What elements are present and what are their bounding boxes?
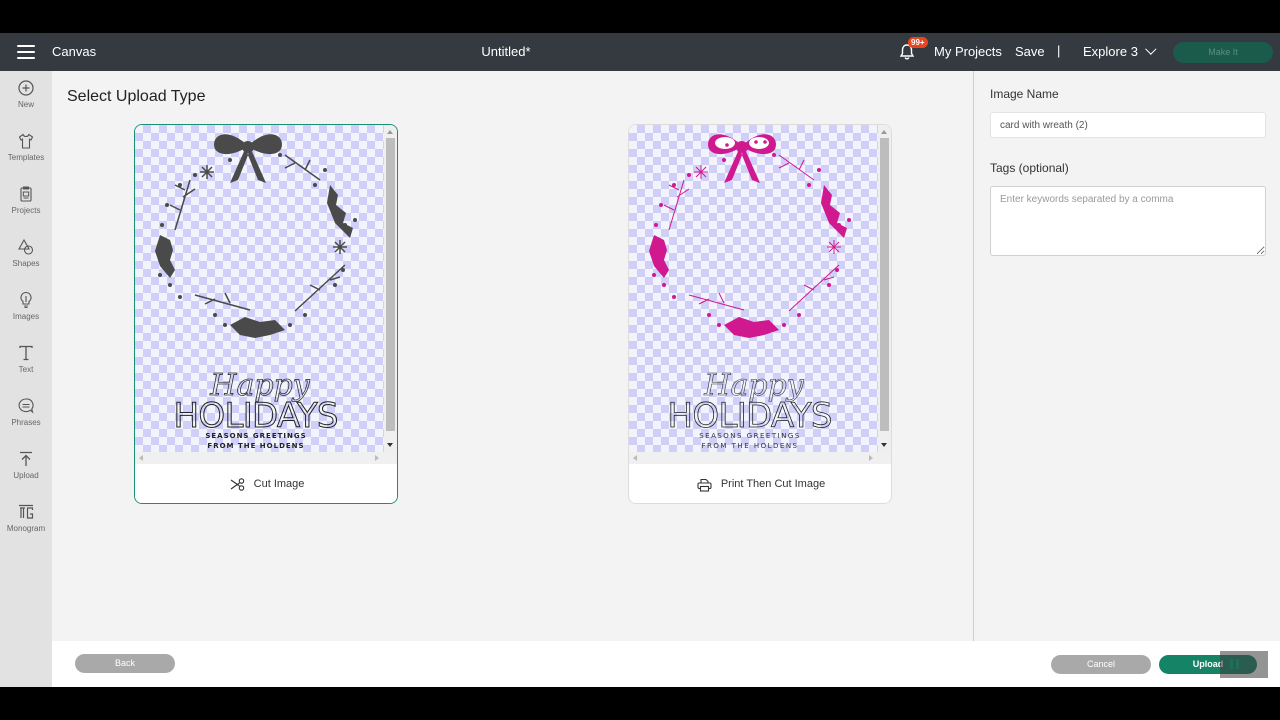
greeting-line-2: FROM THE HOLDENS — [207, 442, 304, 450]
save-button[interactable]: Save — [1015, 44, 1045, 59]
shapes-icon — [18, 238, 34, 255]
app-window: Canvas Untitled* 99+ My Projects Save | … — [0, 33, 1280, 687]
option-footer: Cut Image — [135, 464, 397, 503]
horizontal-scrollbar[interactable] — [629, 452, 891, 464]
sidebar-item-new[interactable]: New — [0, 79, 52, 129]
printer-icon — [697, 478, 712, 492]
sidebar-item-label: Text — [18, 365, 34, 374]
option-label: Print Then Cut Image — [720, 478, 826, 490]
tags-label: Tags (optional) — [990, 161, 1069, 175]
greeting-line-1: SEASONS GREETINGS — [205, 432, 306, 440]
image-preview: Happy HOLIDAYS SEASONS GREETINGS FROM TH… — [629, 125, 879, 452]
sidebar-item-projects[interactable]: Projects — [0, 185, 52, 235]
sidebar-item-label: Phrases — [11, 418, 41, 427]
print-then-cut-option[interactable]: Happy HOLIDAYS SEASONS GREETINGS FROM TH… — [628, 124, 892, 504]
cancel-button[interactable]: Cancel — [1051, 655, 1151, 674]
sidebar-item-label: Images — [12, 312, 40, 321]
vertical-scrollbar[interactable] — [878, 125, 891, 452]
greeting-line-1: SEASONS GREETINGS — [699, 432, 801, 440]
monogram-icon — [19, 504, 34, 519]
make-it-button[interactable]: Make It — [1173, 42, 1273, 63]
sidebar-item-monogram[interactable]: Monogram — [0, 503, 52, 553]
pause-icon-bar — [1236, 659, 1239, 669]
image-name-label: Image Name — [990, 87, 1059, 101]
tags-input[interactable] — [990, 186, 1266, 256]
image-preview: Happy HOLIDAYS SEASONS GREETINGS FROM TH… — [135, 125, 385, 452]
sidebar-item-upload[interactable]: Upload — [0, 450, 52, 500]
plus-circle-icon — [18, 80, 34, 96]
sidebar-item-label: Monogram — [6, 524, 46, 533]
text-icon — [19, 345, 33, 361]
sidebar-item-text[interactable]: Text — [0, 344, 52, 394]
pause-icon — [1230, 659, 1233, 669]
shirt-icon — [18, 133, 34, 149]
horizontal-scrollbar[interactable] — [135, 452, 397, 464]
top-bar: Canvas Untitled* 99+ My Projects Save | … — [0, 33, 1280, 71]
page-title: Select Upload Type — [67, 88, 206, 105]
greeting-line-2: FROM THE HOLDENS — [701, 442, 798, 450]
machine-selector[interactable]: Explore 3 — [1083, 43, 1157, 59]
sidebar-item-phrases[interactable]: Phrases — [0, 397, 52, 447]
document-title: Untitled* — [481, 44, 531, 59]
headline-text: HOLIDAYS — [174, 396, 339, 436]
wreath-artwork: Happy HOLIDAYS SEASONS GREETINGS FROM TH… — [649, 134, 851, 450]
sidebar-item-label: Shapes — [12, 259, 40, 268]
option-label: Cut Image — [253, 478, 305, 490]
divider: | — [1057, 43, 1061, 58]
sidebar-item-label: Upload — [13, 471, 39, 480]
sidebar-item-label: Projects — [11, 206, 41, 215]
upload-icon — [20, 451, 32, 466]
cut-image-option[interactable]: Happy HOLIDAYS SEASONS GREETINGS FROM TH… — [134, 124, 398, 504]
projects-icon — [20, 186, 32, 202]
sidebar-item-images[interactable]: Images — [0, 291, 52, 341]
sidebar-item-templates[interactable]: Templates — [0, 132, 52, 182]
speech-bubble-icon — [18, 398, 34, 414]
machine-label: Explore 3 — [1083, 44, 1138, 59]
image-details-panel: Image Name Tags (optional) — [973, 71, 1280, 641]
wreath-artwork: Happy HOLIDAYS SEASONS GREETINGS FROM TH… — [155, 134, 357, 450]
my-projects-link[interactable]: My Projects — [934, 44, 1002, 59]
sidebar-item-label: Templates — [7, 153, 45, 162]
image-name-input[interactable] — [990, 112, 1266, 138]
sidebar: New Templates Projects Shapes Images Tex… — [0, 71, 52, 687]
lightbulb-icon — [20, 291, 32, 309]
bottom-action-bar: Back Cancel Upload — [52, 641, 1280, 687]
notification-badge: 99+ — [908, 37, 928, 48]
scissors-icon — [230, 478, 244, 491]
sidebar-item-shapes[interactable]: Shapes — [0, 238, 52, 288]
back-button[interactable]: Back — [75, 654, 175, 673]
option-footer: Print Then Cut Image — [629, 464, 891, 503]
video-overlay-control[interactable] — [1220, 651, 1268, 678]
vertical-scrollbar[interactable] — [384, 125, 397, 452]
headline-text: HOLIDAYS — [668, 396, 833, 436]
chevron-down-icon — [1145, 43, 1157, 55]
sidebar-item-label: New — [17, 100, 34, 109]
